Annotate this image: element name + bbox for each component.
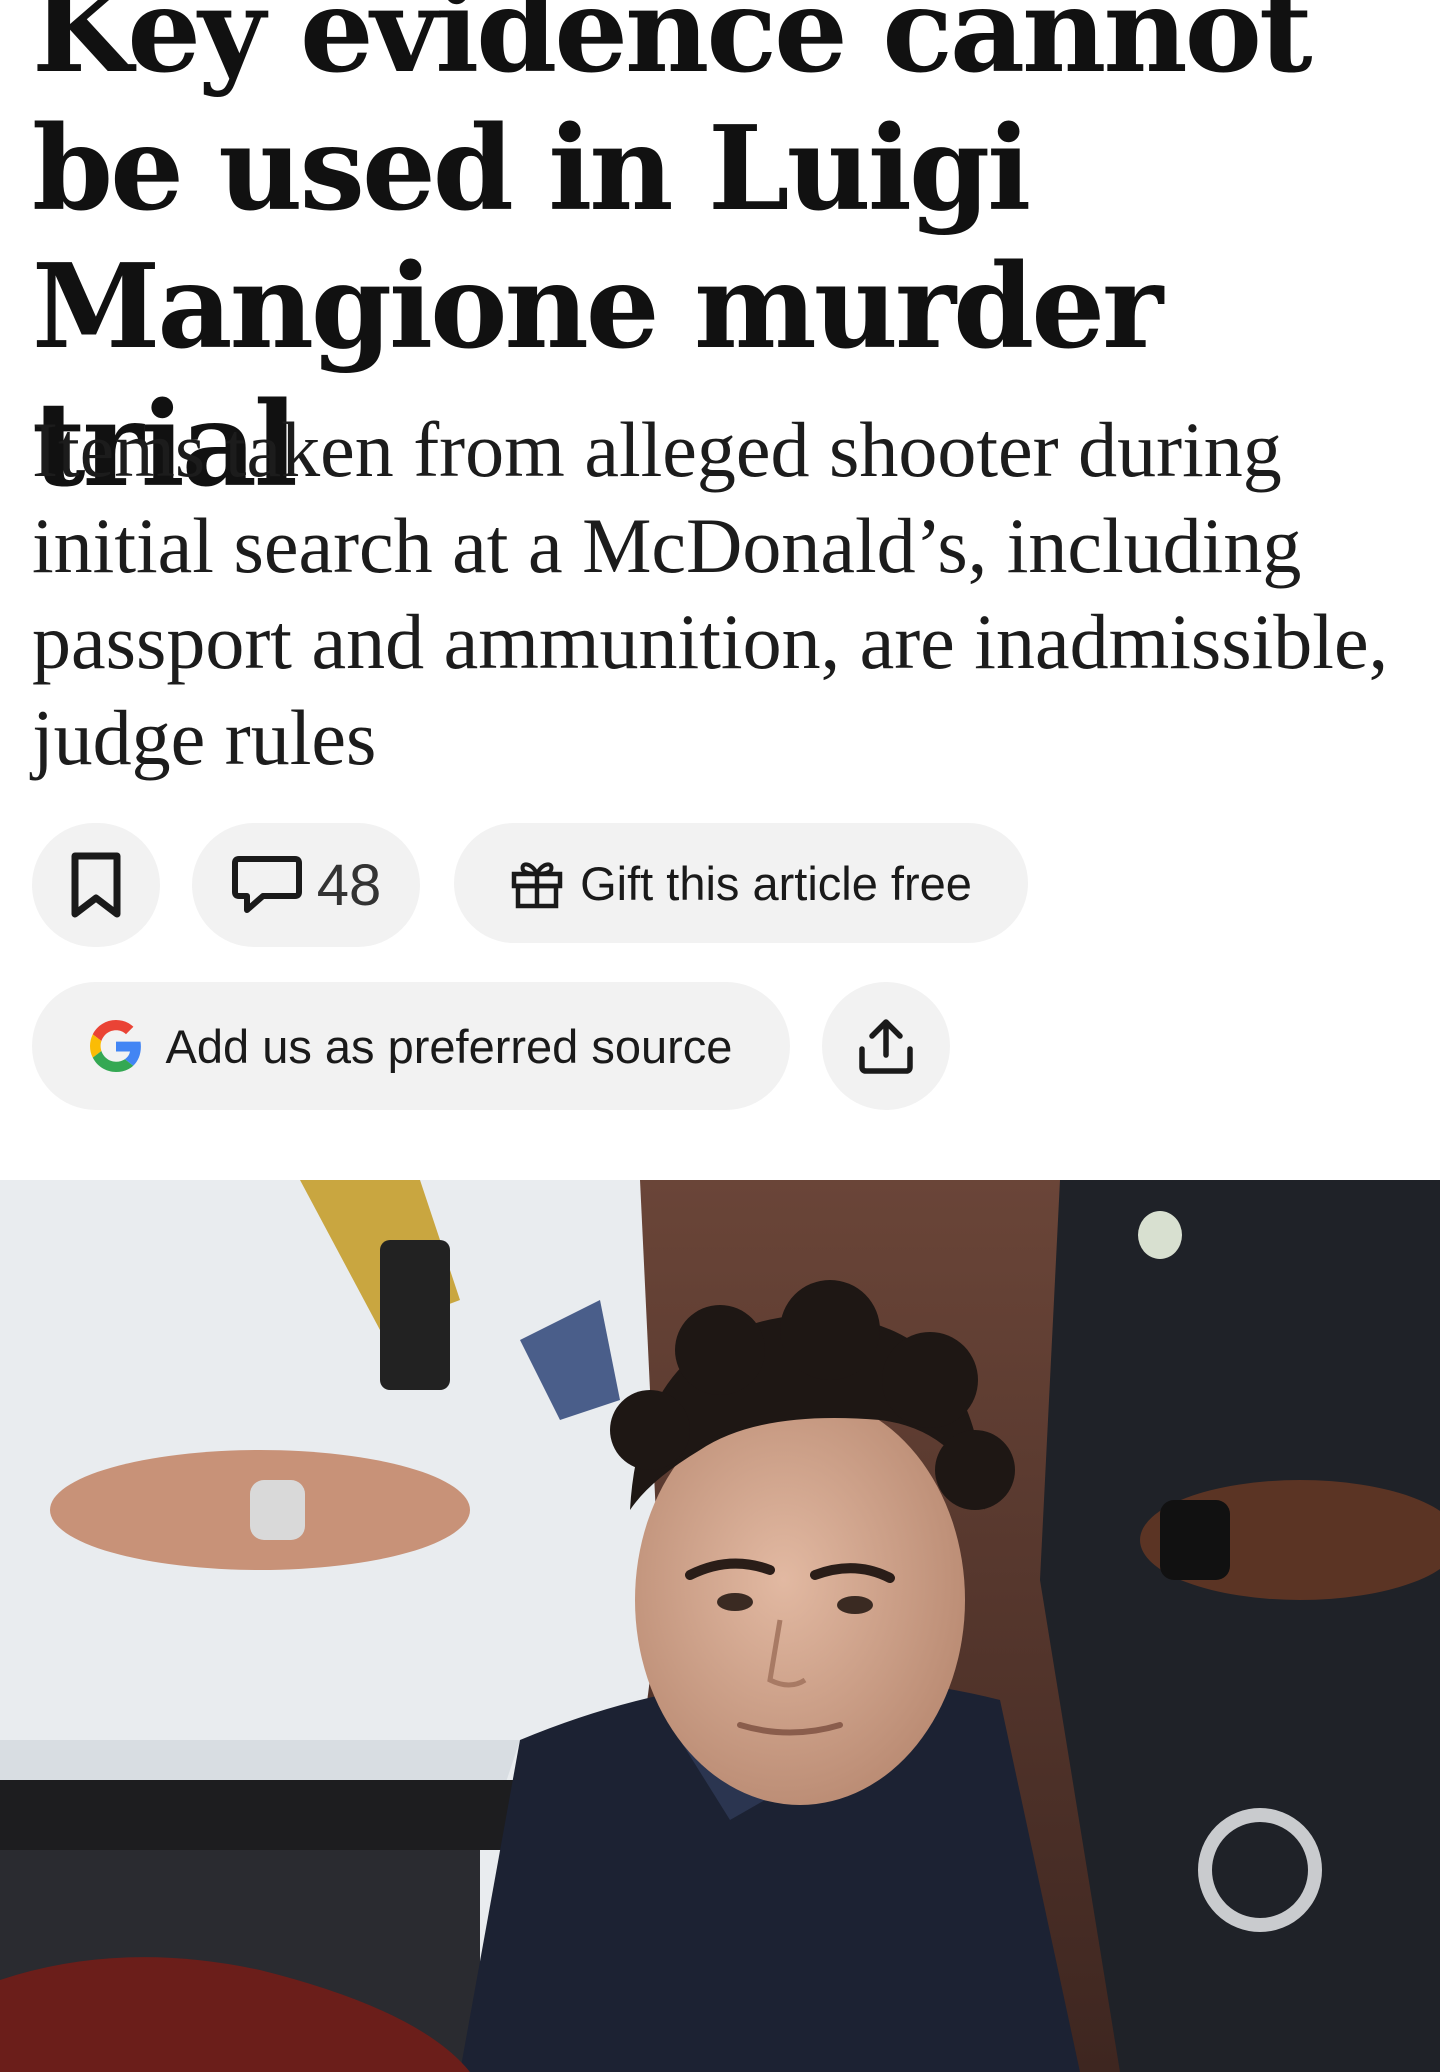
bookmark-icon bbox=[71, 852, 121, 918]
gift-icon bbox=[511, 862, 563, 909]
gift-article-button[interactable]: Gift this article free bbox=[454, 823, 1028, 943]
article-standfirst: Items taken from alleged shooter during … bbox=[32, 406, 1389, 781]
google-g-icon bbox=[89, 1020, 141, 1072]
comments-button[interactable]: 48 bbox=[192, 823, 420, 947]
share-icon bbox=[859, 1019, 913, 1074]
comment-count: 48 bbox=[316, 852, 382, 918]
comment-icon bbox=[231, 856, 302, 913]
bookmark-button[interactable] bbox=[32, 823, 160, 947]
add-preferred-source-button[interactable]: Add us as preferred source bbox=[32, 982, 790, 1110]
gift-article-label: Gift this article free bbox=[580, 856, 972, 910]
preferred-source-label: Add us as preferred source bbox=[165, 1019, 733, 1073]
share-button[interactable] bbox=[822, 982, 950, 1110]
hero-photo bbox=[0, 1180, 1440, 2072]
